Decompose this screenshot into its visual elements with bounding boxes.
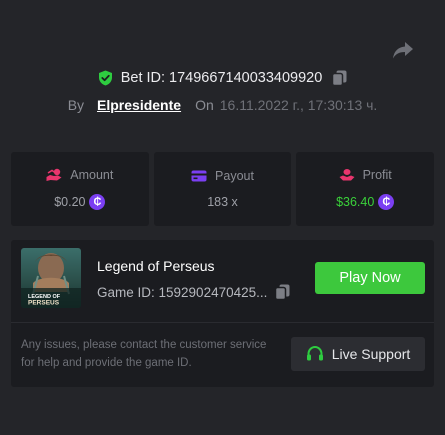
byline: By Elpresidente On 16.11.2022 г., 17:30:…	[0, 97, 445, 113]
support-text: Any issues, please contact the customer …	[21, 339, 267, 369]
game-title: Legend of Perseus	[97, 258, 215, 274]
divider	[11, 322, 434, 323]
card-icon	[191, 169, 207, 183]
bet-stats: Amount $0.20 ₵ Payout 183 x Profit $36.4…	[11, 152, 435, 226]
profit-label: Profit	[362, 168, 392, 182]
play-now-button[interactable]: Play Now	[315, 262, 425, 294]
share-button[interactable]	[392, 40, 414, 60]
coin-icon: ₵	[378, 194, 395, 210]
on-label: On	[195, 97, 214, 113]
payout-value: 183 x	[207, 195, 238, 209]
by-label: By	[67, 97, 85, 113]
shield-check-icon	[98, 70, 113, 86]
stat-amount: Amount $0.20 ₵	[11, 152, 149, 226]
stat-profit: Profit $36.40 ₵	[296, 152, 435, 226]
thumb-caption-2: PERSEUS	[28, 300, 60, 307]
profit-value: $36.40	[336, 195, 375, 209]
copy-icon	[332, 70, 347, 86]
copy-bet-id-button[interactable]	[332, 70, 347, 86]
live-support-label: Live Support	[331, 346, 411, 362]
share-icon	[393, 42, 413, 59]
game-id-text: Game ID: 1592902470425...	[97, 284, 268, 300]
headset-icon	[306, 345, 323, 361]
hand-coins-icon	[46, 168, 62, 182]
live-support-button[interactable]: Live Support	[291, 337, 425, 371]
amount-value: $0.20	[54, 195, 86, 209]
game-card: LEGEND OF PERSEUS Legend of Perseus Game…	[11, 240, 434, 387]
stat-payout: Payout 183 x	[153, 152, 292, 226]
payout-label: Payout	[215, 169, 254, 183]
copy-game-id-button[interactable]	[275, 284, 290, 300]
coin-icon: ₵	[89, 194, 106, 210]
game-id-row: Game ID: 1592902470425...	[97, 284, 290, 300]
bet-datetime: 16.11.2022 г., 17:30:13 ч.	[219, 97, 378, 113]
amount-label: Amount	[70, 168, 114, 182]
bet-id-row: Bet ID: 1749667140033409920	[0, 70, 445, 86]
username-link[interactable]: Elpresidente	[97, 97, 181, 113]
bet-id-text: Bet ID: 1749667140033409920	[120, 70, 323, 86]
hand-stack-icon	[339, 168, 355, 182]
game-thumbnail[interactable]: LEGEND OF PERSEUS	[21, 248, 81, 308]
copy-icon	[275, 284, 290, 300]
